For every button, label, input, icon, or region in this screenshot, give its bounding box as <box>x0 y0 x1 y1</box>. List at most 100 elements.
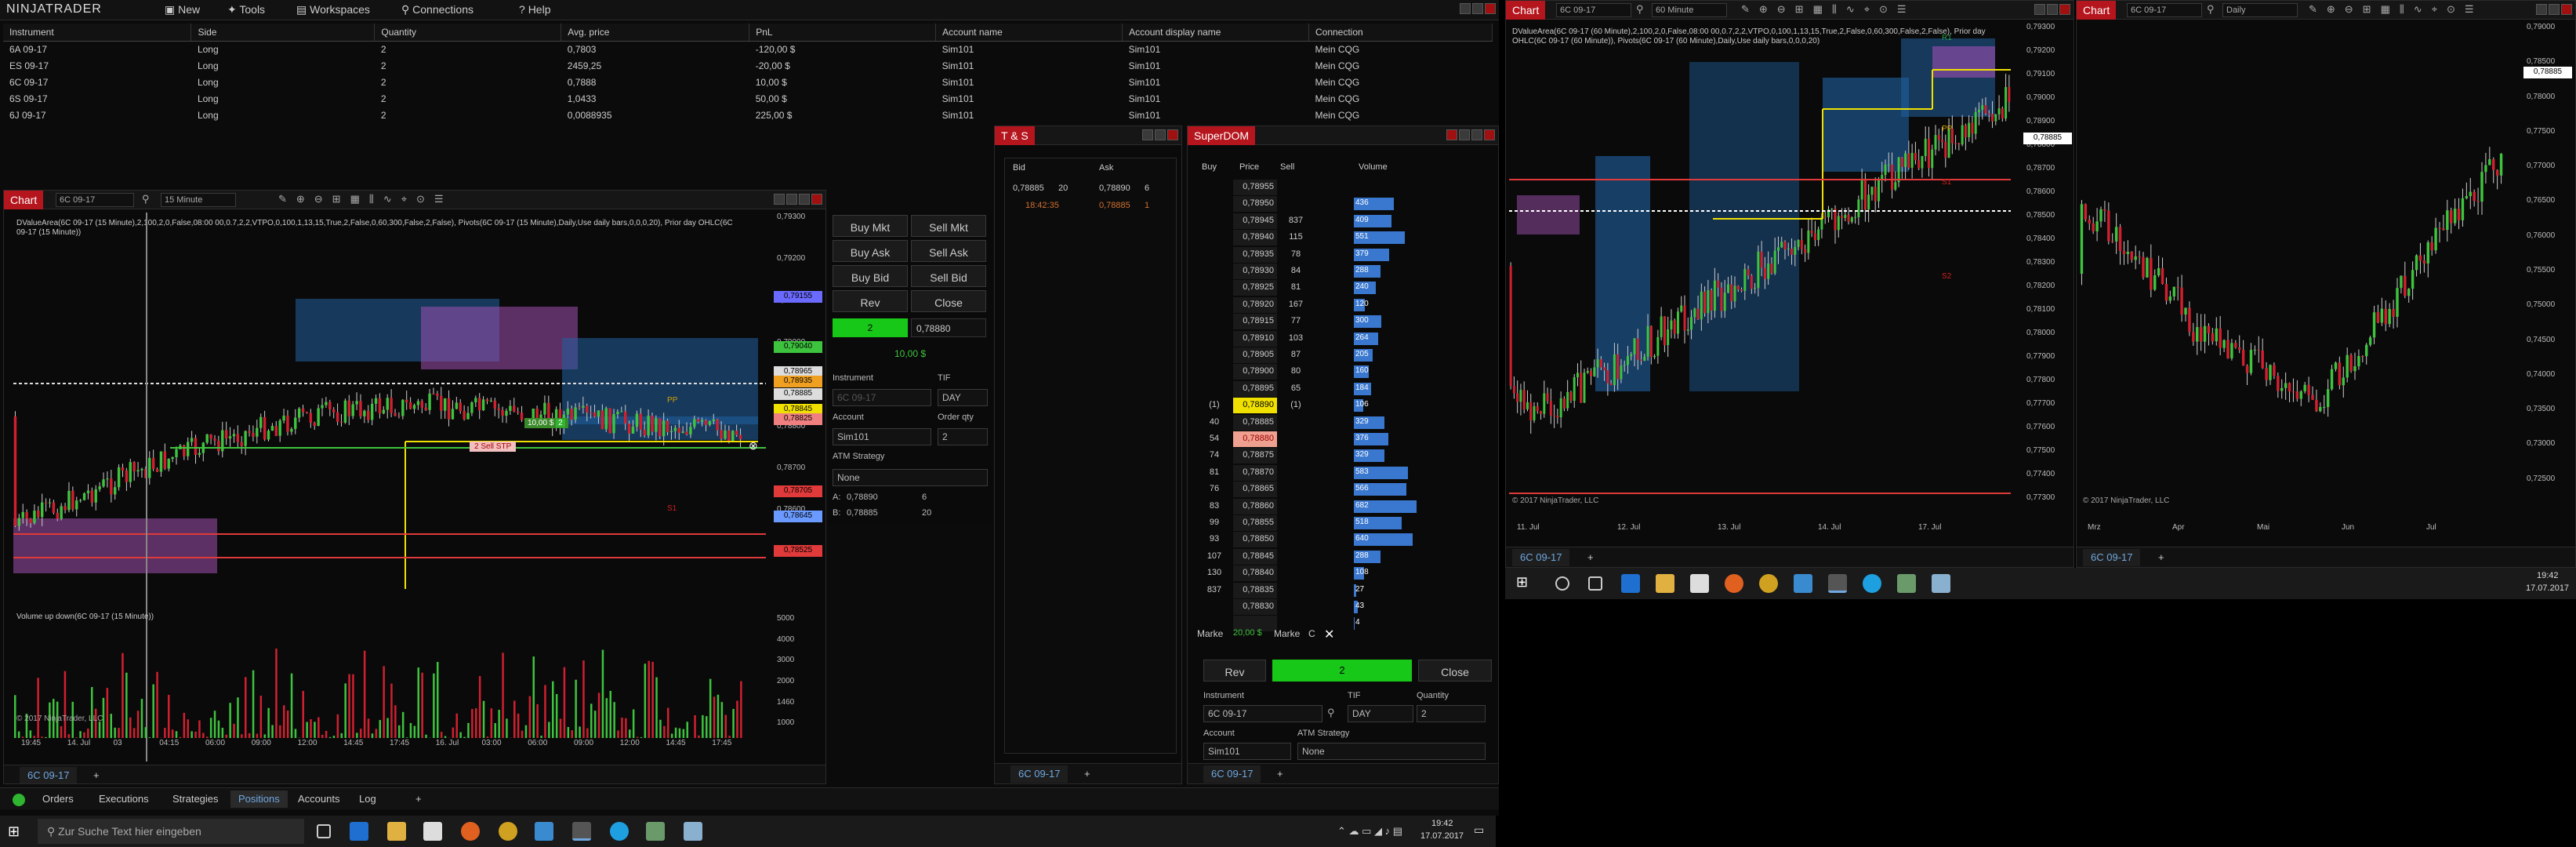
dom-sell-cell[interactable]: (1) <box>1280 398 1312 413</box>
cortana-icon[interactable] <box>1555 576 1569 591</box>
minimize-button[interactable] <box>1142 129 1153 140</box>
col-quantity[interactable]: Quantity <box>374 24 562 42</box>
task-view-icon-2[interactable] <box>1588 576 1602 591</box>
maximize-button[interactable] <box>1472 3 1483 14</box>
minimize-button[interactable] <box>2034 4 2045 15</box>
dom-buy-cell[interactable] <box>1200 247 1228 263</box>
dom-sell-cell[interactable] <box>1280 599 1312 615</box>
dom-buy-cell[interactable] <box>1200 280 1228 296</box>
dom-sell-cell[interactable] <box>1280 532 1312 547</box>
col-avg-price[interactable]: Avg. price <box>561 24 750 42</box>
dom-buy-cell[interactable]: 130 <box>1200 565 1228 581</box>
dom-price-cell[interactable]: 0,78875 <box>1233 448 1277 464</box>
dom-tif-select[interactable]: DAY <box>1348 705 1413 722</box>
dom-buy-cell[interactable] <box>1200 331 1228 347</box>
dom-buy-cell[interactable] <box>1200 314 1228 329</box>
windows-start-icon[interactable]: ⊞ <box>8 823 20 840</box>
dom-price-cell[interactable]: 0,78935 <box>1233 246 1277 263</box>
tab-positions[interactable]: Positions <box>230 791 288 808</box>
dom-sell-cell[interactable]: 80 <box>1280 364 1312 380</box>
dom-sell-cell[interactable] <box>1280 499 1312 514</box>
dom-add-tab[interactable]: + <box>1269 765 1291 783</box>
maximize-button[interactable] <box>1471 129 1482 140</box>
restore-button[interactable] <box>799 194 810 205</box>
chart1-sell-stop-order-flag[interactable]: 2 Sell STP <box>470 442 517 452</box>
close-button[interactable] <box>1167 129 1178 140</box>
dom-row[interactable]: 0,78910 103 264 <box>1197 330 1495 347</box>
tab-strategies[interactable]: Strategies <box>165 791 227 808</box>
maximize-button[interactable] <box>786 194 797 205</box>
chart1-drawing-tools-icons[interactable]: ✎⊕⊖⊞▦⫼∿⌖⊙☰ <box>278 193 453 205</box>
chart3-interval-select[interactable]: Daily <box>2222 3 2298 17</box>
dom-sell-cell[interactable] <box>1280 180 1312 195</box>
dom-sell-cell[interactable]: 65 <box>1280 381 1312 397</box>
windows-start-icon-2[interactable]: ⊞ <box>1516 574 1528 591</box>
dom-price-cell[interactable]: 0,78865 <box>1233 482 1277 498</box>
task-view-icon[interactable] <box>317 824 331 838</box>
account-select[interactable]: Sim101 <box>833 428 931 445</box>
dom-sell-cell[interactable] <box>1280 583 1312 598</box>
buy-bid-button[interactable]: Buy Bid <box>833 265 908 287</box>
dom-sell-cell[interactable] <box>1280 415 1312 431</box>
dom-price-cell[interactable]: 0,78850 <box>1233 532 1277 548</box>
dom-sell-cell[interactable]: 87 <box>1280 347 1312 363</box>
maximize-button[interactable] <box>2047 4 2058 15</box>
dom-sell-cell[interactable]: 77 <box>1280 314 1312 329</box>
chart1-add-tab[interactable]: + <box>85 767 107 783</box>
menu-help[interactable]: ? Help <box>519 3 550 16</box>
tab-log[interactable]: Log <box>351 791 384 808</box>
dom-buy-cell[interactable] <box>1200 347 1228 363</box>
chart2-search-icon[interactable]: ⚲ <box>1636 3 1644 16</box>
dom-buy-cell[interactable] <box>1200 381 1228 397</box>
chart3-add-tab[interactable]: + <box>2150 549 2172 566</box>
file-explorer-icon-2[interactable] <box>1656 574 1674 593</box>
chrome-icon[interactable] <box>499 822 517 841</box>
dom-row[interactable]: 0,78915 77 300 <box>1197 314 1495 330</box>
dom-price-cell[interactable]: 0,78920 <box>1233 296 1277 313</box>
close-button[interactable] <box>2059 4 2070 15</box>
dom-row[interactable]: 93 0,78850 640 <box>1197 532 1495 548</box>
chart2-add-tab[interactable]: + <box>1580 549 1602 566</box>
dom-cancel-icon[interactable]: ✕ <box>1324 627 1334 642</box>
dom-price-cell[interactable]: 0,78885 <box>1233 414 1277 431</box>
dom-price-cell[interactable]: 0,78830 <box>1233 599 1277 615</box>
dom-price-cell[interactable]: 0,78870 <box>1233 464 1277 481</box>
chrome-icon-2[interactable] <box>1759 574 1778 593</box>
dom-row[interactable]: 81 0,78870 583 <box>1197 464 1495 482</box>
dom-row[interactable]: 0,78925 81 240 <box>1197 280 1495 296</box>
order-qty-field[interactable]: 2 <box>938 428 988 445</box>
dom-buy-cell[interactable] <box>1200 230 1228 245</box>
chart3-search-icon[interactable]: ⚲ <box>2207 3 2215 16</box>
dom-row[interactable]: 74 0,78875 329 <box>1197 448 1495 464</box>
chart2-bottom-tab[interactable]: 6C 09-17 <box>1512 549 1570 566</box>
dom-price-cell[interactable]: 0,78860 <box>1233 498 1277 514</box>
table-row[interactable]: 6C 09-17 Long 2 0,7888 10,00 $ Sim101 Sim101 Me… <box>3 74 1493 90</box>
menu-connections[interactable]: ⚲ Connections <box>401 3 473 16</box>
dom-price-cell[interactable]: 0,78930 <box>1233 264 1277 279</box>
sell-bid-button[interactable]: Sell Bid <box>911 265 986 287</box>
dom-sell-cell[interactable] <box>1280 515 1312 531</box>
add-tab-button[interactable]: + <box>408 791 430 808</box>
tab-accounts[interactable]: Accounts <box>290 791 347 808</box>
chart3-drawing-tools-icons[interactable]: ✎⊕⊖⊞▦⫼∿⌖⊙☰ <box>2309 3 2483 16</box>
firefox-icon[interactable] <box>461 822 480 841</box>
app-icon-2[interactable] <box>684 822 702 841</box>
dom-buy-cell[interactable]: 837 <box>1200 583 1228 598</box>
dom-row[interactable]: 0,78950 436 <box>1197 196 1495 213</box>
firefox-icon-2[interactable] <box>1725 574 1743 593</box>
chart1-bottom-tab[interactable]: 6C 09-17 <box>20 767 78 783</box>
col-account-name[interactable]: Account name <box>935 24 1123 42</box>
dom-row[interactable]: 107 0,78845 288 <box>1197 548 1495 565</box>
dom-row[interactable]: 0,78945 837 409 <box>1197 213 1495 230</box>
dom-price-cell[interactable]: 0,78955 <box>1233 180 1277 195</box>
dom-price-cell[interactable]: 0,78950 <box>1233 196 1277 213</box>
dom-sell-cell[interactable]: 103 <box>1280 331 1312 347</box>
col-connection[interactable]: Connection <box>1308 24 1493 42</box>
skype-icon[interactable] <box>610 822 629 841</box>
notifications-icon[interactable]: ▭ <box>1474 823 1484 837</box>
tab-orders[interactable]: Orders <box>34 791 82 808</box>
dom-price-cell[interactable]: 0,78945 <box>1233 213 1277 229</box>
dom-row[interactable]: 83 0,78860 682 <box>1197 498 1495 515</box>
dom-price-cell[interactable]: 0,78880 <box>1233 431 1277 447</box>
dom-sell-cell[interactable] <box>1280 196 1312 212</box>
